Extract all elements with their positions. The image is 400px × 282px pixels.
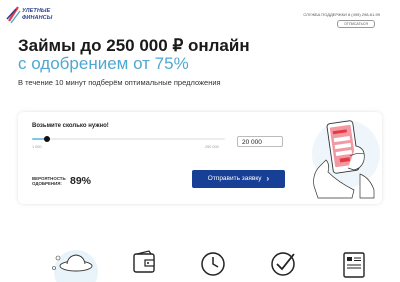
approval-probability-label: ВЕРОЯТНОСТЬ ОДОБРЕНИЯ:	[32, 176, 66, 187]
logo-text: УЛЕТНЫЕ ФИНАНСЫ	[22, 8, 52, 21]
checkmark-icon	[271, 252, 295, 276]
approval-probability-value: 89%	[70, 175, 92, 187]
document-icon	[343, 252, 365, 278]
phone-hand-illustration	[312, 120, 380, 199]
slider-min-label: 1 000	[32, 145, 42, 149]
page-title: Займы до 250 000 ₽ онлайн	[18, 36, 250, 55]
amount-question: Возьмите сколько нужно!	[32, 123, 109, 129]
clock-icon	[201, 252, 225, 276]
wallet-icon	[133, 250, 155, 273]
loan-calculator-card: Возьмите сколько нужно! 1 000 250 000 20…	[18, 112, 382, 204]
logo-icon	[6, 6, 21, 24]
lead-text: В течение 10 минут подберём оптимальные …	[18, 78, 221, 87]
slider-track[interactable]	[32, 138, 225, 140]
submit-button-label: Отправить заявку	[207, 175, 262, 182]
features-icon-row	[0, 240, 400, 282]
support-phone[interactable]: СЛУЖБА ПОДДЕРЖКИ 8 (495) 298-61-99	[303, 12, 380, 17]
unsubscribe-button[interactable]: ОТПИСАТЬСЯ	[337, 20, 375, 28]
amount-input[interactable]: 20 000	[237, 136, 283, 147]
ufo-icon	[52, 250, 98, 282]
logo[interactable]: УЛЕТНЫЕ ФИНАНСЫ	[6, 5, 66, 25]
slider-max-label: 250 000	[205, 145, 219, 149]
page-subtitle: с одобрением от 75%	[18, 54, 189, 73]
submit-application-button[interactable]: Отправить заявку ›	[192, 170, 285, 188]
chevron-right-icon: ›	[266, 174, 270, 183]
amount-slider[interactable]	[32, 136, 225, 142]
logo-line-1: УЛЕТНЫЕ	[22, 8, 51, 14]
slider-thumb[interactable]	[43, 136, 50, 142]
logo-line-2: ФИНАНСЫ	[22, 14, 53, 21]
